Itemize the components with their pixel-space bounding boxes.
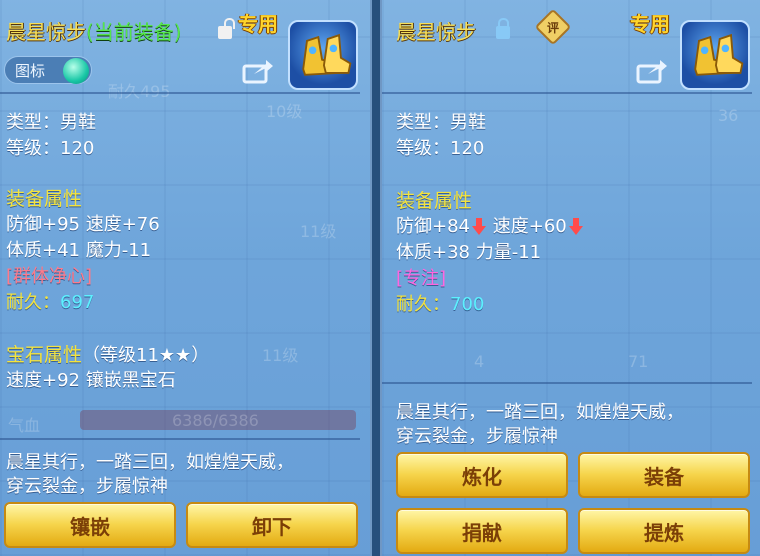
- bg-text: 10级: [266, 102, 303, 121]
- attr-line-2: 体质+41 魔力-11: [6, 240, 152, 261]
- durability-line: 耐久：697: [6, 288, 94, 314]
- item-title: 晨星惊步(当前装备): [6, 16, 182, 45]
- type-line: 类型：男鞋: [6, 112, 96, 133]
- defense-value: 防御+84: [396, 216, 470, 237]
- bg-text: 11级: [300, 222, 337, 241]
- toggle-knob-icon: [63, 58, 89, 84]
- durability-value: 697: [60, 292, 95, 313]
- bg-text: 耐久495: [108, 78, 171, 102]
- divider: [382, 92, 752, 94]
- speed-value: 速度+60: [492, 216, 567, 237]
- gem-line-title: 宝石属性（等级11★★）: [6, 340, 209, 367]
- durability-label: 耐久：: [6, 292, 60, 313]
- bg-text: 71: [628, 352, 649, 371]
- durability-value: 700: [450, 294, 485, 315]
- panel-gap: [372, 0, 380, 556]
- bg-text: 气血: [8, 416, 41, 435]
- equip-attrs-title: 装备属性: [396, 190, 473, 212]
- icon-toggle-label: 图标: [15, 62, 46, 80]
- equip-button[interactable]: 装备: [578, 452, 750, 498]
- gem-title: 宝石属性: [6, 344, 83, 366]
- divider: [0, 438, 360, 440]
- desc-line-1: 晨星其行，一踏三回，如煌煌天威，: [6, 452, 294, 473]
- extract-button[interactable]: 提炼: [578, 508, 750, 554]
- icon-toggle[interactable]: 图标: [4, 56, 92, 84]
- equip-attrs-title: 装备属性: [6, 188, 83, 210]
- bg-text: 11级: [262, 346, 299, 365]
- level-line: 等级：120: [6, 138, 95, 159]
- bg-text: 6386/6386: [172, 411, 259, 430]
- lock-open-icon[interactable]: [218, 18, 235, 39]
- boots-item-icon[interactable]: [680, 20, 750, 90]
- inlay-button[interactable]: 镶嵌: [4, 502, 176, 548]
- bg-text: 4: [474, 352, 485, 371]
- special-skill: [专注]: [396, 268, 447, 289]
- special-skill: [群体净心]: [6, 266, 93, 287]
- durability-label: 耐久：: [396, 294, 450, 315]
- down-arrow-icon: [568, 218, 584, 236]
- exclusive-label: 专用: [238, 12, 278, 36]
- type-line: 类型：男鞋: [396, 112, 486, 133]
- equipped-tag: (当前装备): [86, 20, 182, 44]
- gem-level: （等级11★★）: [82, 345, 210, 366]
- level-line: 等级：120: [396, 138, 485, 159]
- rate-badge-label: 评: [546, 20, 559, 35]
- equipped-item-tooltip: 耐久495 10级 11级 11级 气血 6386/6386 晨星惊步(当前装备…: [0, 0, 372, 556]
- share-icon[interactable]: [636, 58, 668, 84]
- share-icon[interactable]: [242, 58, 274, 84]
- exclusive-label: 专用: [630, 12, 670, 36]
- compare-item-tooltip: 36 4 71 晨星惊步 评 专用 类型：男鞋 等级：120 装备属性 防御+8…: [380, 0, 760, 556]
- refine-button[interactable]: 炼化: [396, 452, 568, 498]
- attr-line-1: 防御+84 速度+60: [396, 212, 584, 238]
- gem-line: 速度+92 镶嵌黑宝石: [6, 370, 176, 391]
- desc-line-2: 穿云裂金，步履惊神: [396, 426, 558, 447]
- boots-item-icon[interactable]: [288, 20, 358, 90]
- divider: [0, 92, 360, 94]
- bg-text: 36: [718, 106, 739, 125]
- down-arrow-icon: [471, 218, 487, 236]
- unequip-button[interactable]: 卸下: [186, 502, 358, 548]
- lock-closed-icon[interactable]: [496, 18, 510, 39]
- desc-line-1: 晨星其行，一踏三回，如煌煌天威，: [396, 402, 684, 423]
- donate-button[interactable]: 捐献: [396, 508, 568, 554]
- attr-line-1: 防御+95 速度+76: [6, 214, 160, 235]
- attr-line-2: 体质+38 力量-11: [396, 242, 542, 263]
- desc-line-2: 穿云裂金，步履惊神: [6, 476, 168, 497]
- item-name: 晨星惊步: [396, 20, 476, 44]
- divider: [382, 382, 752, 384]
- rate-badge-icon[interactable]: 评: [534, 8, 572, 46]
- item-name: 晨星惊步: [6, 20, 86, 44]
- durability-line: 耐久：700: [396, 290, 484, 316]
